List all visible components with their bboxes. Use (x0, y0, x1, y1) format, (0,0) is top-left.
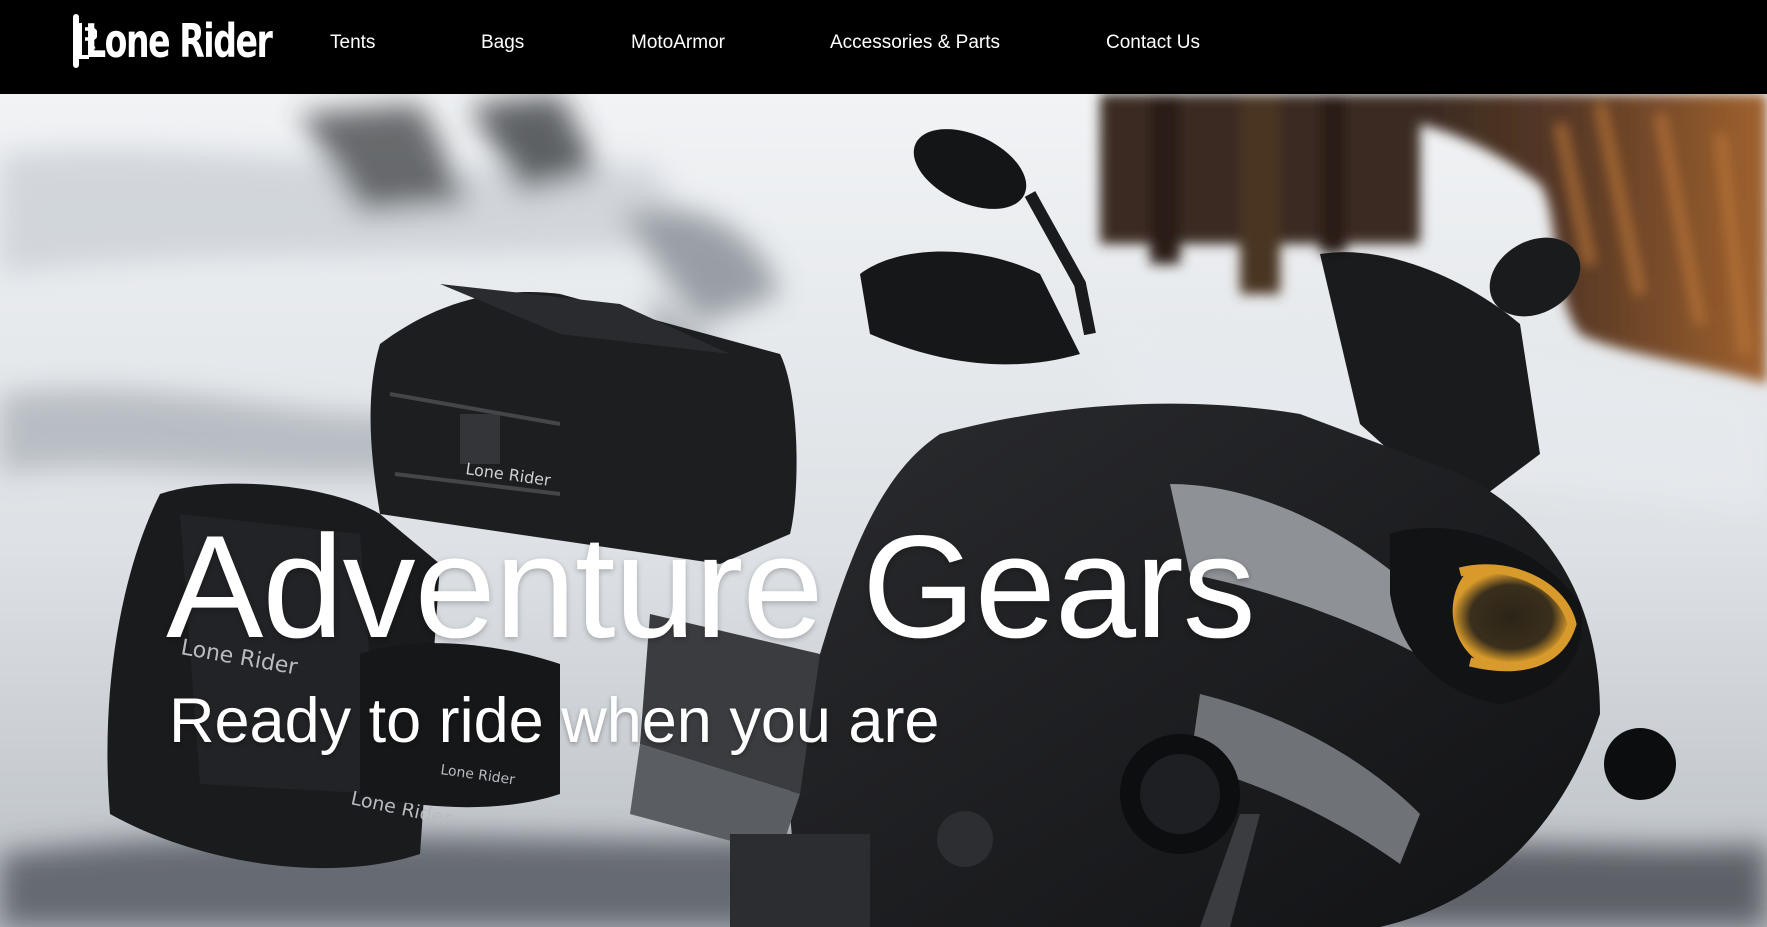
nav-item-contact-us[interactable]: Contact Us (1106, 32, 1200, 54)
nav-item-tents[interactable]: Tents (330, 32, 375, 54)
nav-item-bags[interactable]: Bags (481, 32, 524, 54)
hero-title: Adventure Gears (166, 505, 1256, 668)
top-navbar: Lone Rider Tents Bags MotoArmor Accessor… (0, 0, 1767, 94)
hero-subtitle: Ready to ride when you are (169, 686, 940, 756)
main-menu: Tents Bags MotoArmor Accessories & Parts… (0, 0, 1767, 88)
nav-item-motoarmor[interactable]: MotoArmor (631, 32, 725, 54)
hero-banner: Lone Rider Lone Rider Lone Rider Lone Ri… (0, 94, 1767, 927)
nav-item-accessories-parts[interactable]: Accessories & Parts (830, 32, 1000, 54)
